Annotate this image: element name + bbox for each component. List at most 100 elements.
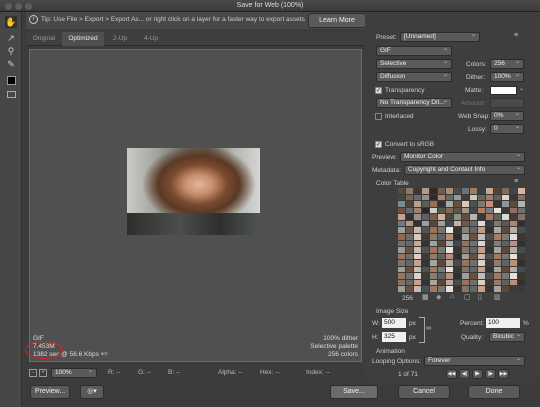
color-swatch[interactable]: [510, 240, 517, 247]
color-swatch[interactable]: [502, 253, 509, 260]
color-swatch[interactable]: [446, 188, 453, 194]
color-swatch[interactable]: [518, 194, 525, 201]
interlaced-checkbox[interactable]: [375, 113, 382, 120]
color-swatch[interactable]: [430, 214, 437, 220]
color-swatch[interactable]: [478, 220, 485, 227]
color-swatch[interactable]: [494, 194, 501, 201]
color-swatch[interactable]: [414, 227, 421, 233]
color-swatch[interactable]: [406, 194, 413, 201]
color-swatch[interactable]: [494, 273, 501, 279]
color-swatch[interactable]: [422, 207, 429, 214]
color-swatch[interactable]: [478, 266, 485, 273]
color-swatch[interactable]: [446, 247, 453, 253]
color-swatch[interactable]: [502, 247, 509, 253]
color-swatch[interactable]: [398, 214, 405, 220]
lossy-select[interactable]: 0: [490, 123, 524, 134]
looping-select[interactable]: Forever: [424, 355, 525, 366]
color-swatch[interactable]: [406, 220, 413, 227]
save-button[interactable]: Save...: [330, 385, 378, 399]
color-swatch[interactable]: [446, 266, 453, 273]
color-swatch[interactable]: [494, 220, 501, 227]
color-swatch[interactable]: [430, 207, 437, 214]
color-swatch[interactable]: [414, 266, 421, 273]
color-swatch[interactable]: [494, 201, 501, 207]
color-swatch[interactable]: [478, 207, 485, 214]
color-swatch[interactable]: [486, 253, 493, 260]
color-swatch[interactable]: [422, 220, 429, 227]
slice-select-tool-icon[interactable]: ↗: [5, 32, 17, 44]
color-swatch[interactable]: [446, 220, 453, 227]
color-swatch[interactable]: [414, 233, 421, 240]
color-swatch[interactable]: [406, 188, 413, 194]
lock-color-icon[interactable]: ⌂: [450, 293, 454, 300]
color-swatch[interactable]: [398, 194, 405, 201]
color-swatch[interactable]: [454, 201, 461, 207]
color-swatch[interactable]: [462, 233, 469, 240]
color-swatch[interactable]: [438, 227, 445, 233]
tab-original[interactable]: Original: [26, 32, 62, 46]
color-swatch[interactable]: [478, 260, 485, 266]
percent-input[interactable]: 100: [486, 318, 520, 328]
color-swatch[interactable]: [478, 194, 485, 201]
color-swatch[interactable]: [454, 279, 461, 286]
color-swatch[interactable]: [502, 266, 509, 273]
color-swatch[interactable]: [414, 273, 421, 279]
color-swatch[interactable]: [494, 240, 501, 247]
preview-button[interactable]: Preview...: [30, 385, 70, 399]
color-swatch[interactable]: [438, 220, 445, 227]
color-swatch[interactable]: [398, 266, 405, 273]
color-swatch[interactable]: [446, 201, 453, 207]
color-swatch[interactable]: [494, 227, 501, 233]
color-swatch[interactable]: [486, 188, 493, 194]
color-swatch[interactable]: [398, 188, 405, 194]
color-swatch[interactable]: [398, 260, 405, 266]
toggle-slices-icon[interactable]: [7, 91, 16, 98]
color-swatch[interactable]: [422, 260, 429, 266]
color-swatch[interactable]: [486, 194, 493, 201]
map-color-icon[interactable]: ▦: [422, 293, 429, 301]
color-swatch[interactable]: [414, 240, 421, 247]
color-swatch[interactable]: [502, 233, 509, 240]
color-swatch[interactable]: [462, 227, 469, 233]
color-swatch[interactable]: [502, 240, 509, 247]
color-swatch[interactable]: [446, 214, 453, 220]
color-swatch[interactable]: [470, 286, 477, 292]
color-swatch[interactable]: [422, 253, 429, 260]
color-swatch[interactable]: [438, 188, 445, 194]
color-swatch[interactable]: [406, 207, 413, 214]
color-swatch[interactable]: [470, 227, 477, 233]
color-swatch[interactable]: [478, 279, 485, 286]
color-swatch[interactable]: [518, 266, 525, 273]
color-swatch[interactable]: [438, 260, 445, 266]
color-swatch[interactable]: [518, 253, 525, 260]
colors-select[interactable]: 256: [490, 58, 524, 69]
color-swatch[interactable]: [446, 194, 453, 201]
color-swatch[interactable]: [486, 247, 493, 253]
color-swatch[interactable]: [438, 279, 445, 286]
color-swatch[interactable]: [462, 266, 469, 273]
color-swatch[interactable]: [438, 286, 445, 292]
color-swatch[interactable]: [478, 247, 485, 253]
eyedropper-tool-icon[interactable]: ✎: [5, 58, 17, 70]
color-swatch[interactable]: [430, 220, 437, 227]
color-swatch[interactable]: [470, 207, 477, 214]
color-swatch[interactable]: [446, 240, 453, 247]
color-swatch[interactable]: [470, 260, 477, 266]
color-swatch[interactable]: [454, 247, 461, 253]
color-swatch[interactable]: [398, 247, 405, 253]
color-swatch[interactable]: [510, 260, 517, 266]
color-swatch[interactable]: [518, 240, 525, 247]
color-swatch[interactable]: [414, 220, 421, 227]
color-swatch[interactable]: [470, 279, 477, 286]
color-swatch[interactable]: [414, 214, 421, 220]
color-swatch[interactable]: [462, 240, 469, 247]
color-swatch[interactable]: [430, 201, 437, 207]
color-swatch[interactable]: [422, 240, 429, 247]
color-swatch[interactable]: [486, 201, 493, 207]
color-swatch[interactable]: [454, 188, 461, 194]
color-swatch[interactable]: [446, 207, 453, 214]
color-swatch[interactable]: [518, 260, 525, 266]
color-swatch[interactable]: [486, 260, 493, 266]
color-swatch[interactable]: [486, 240, 493, 247]
color-table-menu-icon[interactable]: ≡: [514, 178, 518, 185]
